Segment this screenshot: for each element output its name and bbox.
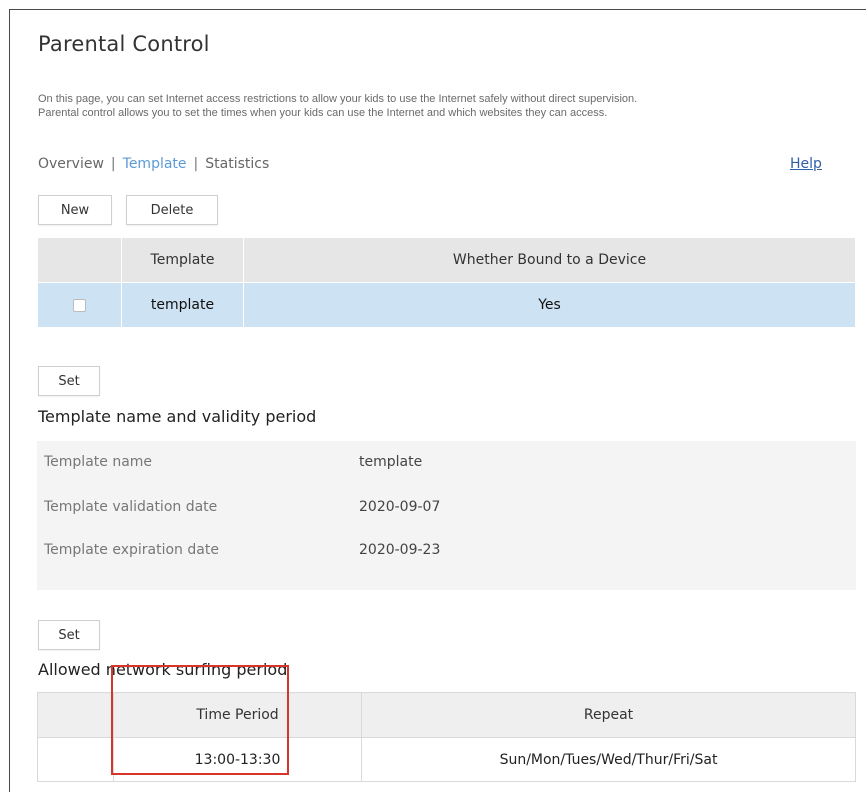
- header-template: Template: [121, 237, 244, 283]
- row-blank-cell: [37, 737, 114, 782]
- table-row[interactable]: 13:00-13:30 Sun/Mon/Tues/Wed/Thur/Fri/Sa…: [37, 737, 856, 782]
- row-bound-status: Yes: [243, 282, 856, 328]
- row-checkbox[interactable]: [73, 298, 86, 312]
- validity-section-title: Template name and validity period: [38, 407, 317, 426]
- validity-set-button[interactable]: Set: [38, 366, 100, 396]
- tab-template[interactable]: Template: [123, 156, 187, 172]
- new-button[interactable]: New: [38, 195, 112, 225]
- nav-separator: |: [193, 156, 199, 172]
- surfing-table-header: Time Period Repeat: [37, 692, 856, 738]
- expiration-date-label: Template expiration date: [44, 542, 219, 558]
- row-select-cell: [37, 282, 122, 328]
- template-table-header: Template Whether Bound to a Device: [37, 237, 856, 283]
- delete-button[interactable]: Delete: [126, 195, 218, 225]
- sub-navigation: Overview | Template | Statistics: [38, 156, 269, 172]
- row-repeat: Sun/Mon/Tues/Wed/Thur/Fri/Sat: [361, 737, 856, 782]
- help-link[interactable]: Help: [790, 156, 822, 172]
- page-title: Parental Control: [38, 32, 210, 56]
- description-line-2: Parental control allows you to set the t…: [38, 107, 608, 119]
- validation-date-label: Template validation date: [44, 499, 218, 515]
- template-name-label: Template name: [44, 454, 153, 470]
- nav-separator: |: [110, 156, 116, 172]
- header-time-period: Time Period: [113, 692, 362, 738]
- row-template-name: template: [121, 282, 244, 328]
- table-row[interactable]: template Yes: [37, 282, 856, 328]
- page-description: On this page, you can set Internet acces…: [38, 92, 637, 120]
- validity-info-panel: Template name template Template validati…: [37, 441, 856, 590]
- tab-overview[interactable]: Overview: [38, 156, 104, 172]
- header-select: [37, 237, 122, 283]
- row-time-period: 13:00-13:30: [113, 737, 362, 782]
- surfing-set-button[interactable]: Set: [38, 620, 100, 650]
- header-bound: Whether Bound to a Device: [243, 237, 856, 283]
- header-blank: [37, 692, 114, 738]
- surfing-section-title: Allowed network surfing period: [38, 660, 288, 679]
- template-name-value: template: [359, 454, 423, 470]
- header-repeat: Repeat: [361, 692, 856, 738]
- expiration-date-value: 2020-09-23: [359, 542, 441, 558]
- surfing-period-table: Time Period Repeat 13:00-13:30 Sun/Mon/T…: [37, 692, 856, 782]
- description-line-1: On this page, you can set Internet acces…: [38, 93, 638, 105]
- template-table: Template Whether Bound to a Device templ…: [37, 237, 856, 328]
- tab-statistics[interactable]: Statistics: [205, 156, 269, 172]
- validation-date-value: 2020-09-07: [359, 499, 441, 515]
